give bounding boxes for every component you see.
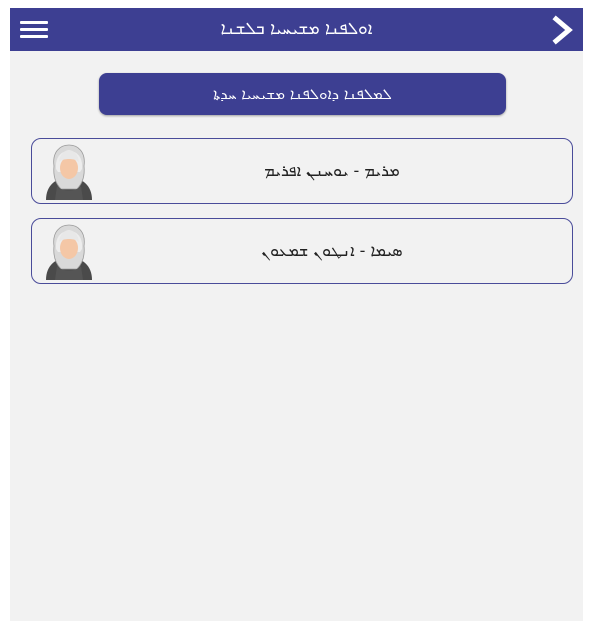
app-bar: ܐܘܠܦܢܐ ܡܫܝܚܝܐ ܒܠܫܢܐ: [10, 8, 583, 51]
page-title: ܐܘܠܦܢܐ ܡܫܝܚܝܐ ܒܠܫܢܐ: [220, 19, 373, 39]
teacher-name: ܣܝܡܐ - ܐܢܛܘܢ ܫܡܥܘܢ: [261, 241, 403, 260]
chevron-right-icon[interactable]: [547, 14, 579, 46]
app-screen: ܐܘܠܦܢܐ ܡܫܝܚܝܐ ܒܠܫܢܐ ܠܡܠܦܢܐ ܕܐܘܠܦܢܐ ܡܫܝܚܝ…: [10, 8, 583, 621]
woman-avatar-icon: [42, 224, 96, 280]
woman-avatar-icon: [42, 144, 96, 200]
hamburger-menu-icon[interactable]: [17, 17, 53, 43]
teacher-name: ܡܪܝܡ - ܝܘܚܢܢ ܐܦܪܝܡ: [264, 161, 400, 180]
teacher-card[interactable]: ܡܪܝܡ - ܝܘܚܢܢ ܐܦܪܝܡ: [31, 138, 573, 204]
teacher-card[interactable]: ܣܝܡܐ - ܐܢܛܘܢ ܫܡܥܘܢ: [31, 218, 573, 284]
new-lesson-button[interactable]: ܠܡܠܦܢܐ ܕܐܘܠܦܢܐ ܡܫܝܚܝܐ ܚܕܬܐ: [99, 73, 506, 115]
